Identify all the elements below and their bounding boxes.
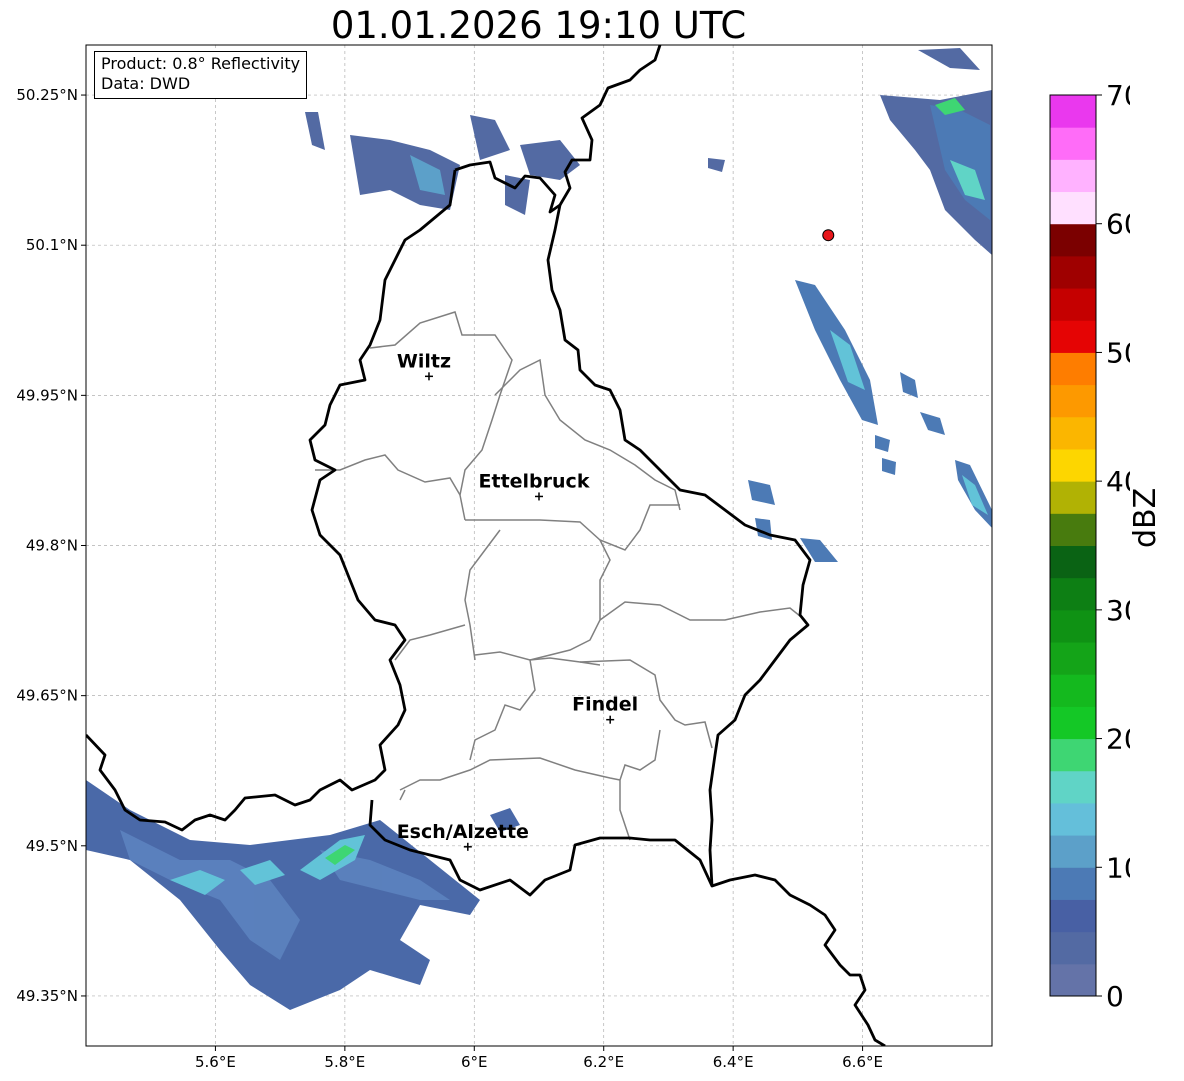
colorbar-tick-label: 60	[1106, 208, 1130, 241]
colorbar-bin	[1050, 288, 1096, 321]
colorbar-bin	[1050, 706, 1096, 740]
colorbar-bin	[1050, 835, 1096, 868]
data-source-label: Data: DWD	[101, 74, 191, 93]
colorbar-bin	[1050, 674, 1096, 707]
city-label: Ettelbruck	[479, 470, 590, 492]
city-label: Wiltz	[397, 350, 451, 372]
radar-site-marker[interactable]	[822, 229, 835, 242]
colorbar-ticks: 0 10 20 30 40 50 60 70	[1096, 80, 1130, 1010]
colorbar-bin	[1050, 481, 1096, 514]
colorbar-bin	[1050, 513, 1096, 546]
radar-map[interactable]: 5.6°E 5.8°E 6°E 6.2°E 6.4°E 6.6°E 50.25°N 50.1°…	[0, 0, 1000, 1081]
colorbar-bin	[1050, 963, 1096, 997]
colorbar-bin	[1050, 159, 1096, 193]
colorbar-bin	[1050, 867, 1096, 900]
lat-tick-label: 49.8°N	[26, 537, 78, 555]
colorbar-bin	[1050, 802, 1096, 836]
lat-tick-label: 50.1°N	[26, 236, 78, 254]
lat-tick-label: 49.95°N	[16, 386, 78, 404]
colorbar-tick-label: 10	[1106, 851, 1130, 884]
lat-tick-label: 49.35°N	[16, 987, 78, 1005]
colorbar-tick-label: 30	[1106, 594, 1130, 627]
colorbar-bins	[1050, 95, 1096, 997]
city-label: Esch/Alzette	[397, 821, 529, 843]
lon-tick-label: 6.4°E	[713, 1053, 754, 1071]
colorbar-tick-label: 0	[1106, 980, 1124, 1010]
colorbar-bin	[1050, 448, 1096, 482]
colorbar-bin	[1050, 770, 1096, 804]
lat-tick-label: 50.25°N	[16, 86, 78, 104]
colorbar-bin	[1050, 191, 1096, 225]
colorbar-bin	[1050, 609, 1096, 643]
lon-tick-label: 5.8°E	[324, 1053, 365, 1071]
colorbar-bin	[1050, 642, 1096, 675]
colorbar-bin	[1050, 384, 1096, 418]
colorbar-bin	[1050, 352, 1096, 386]
colorbar-label: dBZ	[1128, 487, 1163, 548]
colorbar-bin	[1050, 899, 1096, 933]
colorbar-bin	[1050, 255, 1096, 289]
colorbar-tick-label: 20	[1106, 723, 1130, 756]
colorbar-bin	[1050, 577, 1096, 611]
info-box: Product: 0.8° Reflectivity Data: DWD	[94, 51, 308, 99]
colorbar-bin	[1050, 931, 1096, 965]
colorbar-bin	[1050, 223, 1096, 257]
colorbar-bin	[1050, 320, 1096, 353]
lat-tick-label: 49.5°N	[26, 837, 78, 855]
colorbar: 0 10 20 30 40 50 60 70	[1049, 80, 1130, 1010]
city-label: Findel	[572, 694, 638, 716]
lon-tick-label: 6°E	[461, 1053, 488, 1071]
colorbar-tick-label: 70	[1106, 80, 1130, 112]
colorbar-bin	[1050, 95, 1096, 128]
colorbar-bin	[1050, 738, 1096, 772]
lon-tick-label: 6.6°E	[842, 1053, 883, 1071]
lat-tick-label: 49.65°N	[16, 687, 78, 705]
colorbar-bin	[1050, 545, 1096, 579]
product-label: Product: 0.8° Reflectivity	[101, 54, 301, 73]
lon-tick-label: 5.6°E	[195, 1053, 236, 1071]
colorbar-bin	[1050, 127, 1096, 160]
colorbar-tick-label: 40	[1106, 465, 1130, 498]
colorbar-bin	[1050, 416, 1096, 450]
colorbar-tick-label: 50	[1106, 336, 1130, 369]
lon-tick-label: 6.2°E	[583, 1053, 624, 1071]
